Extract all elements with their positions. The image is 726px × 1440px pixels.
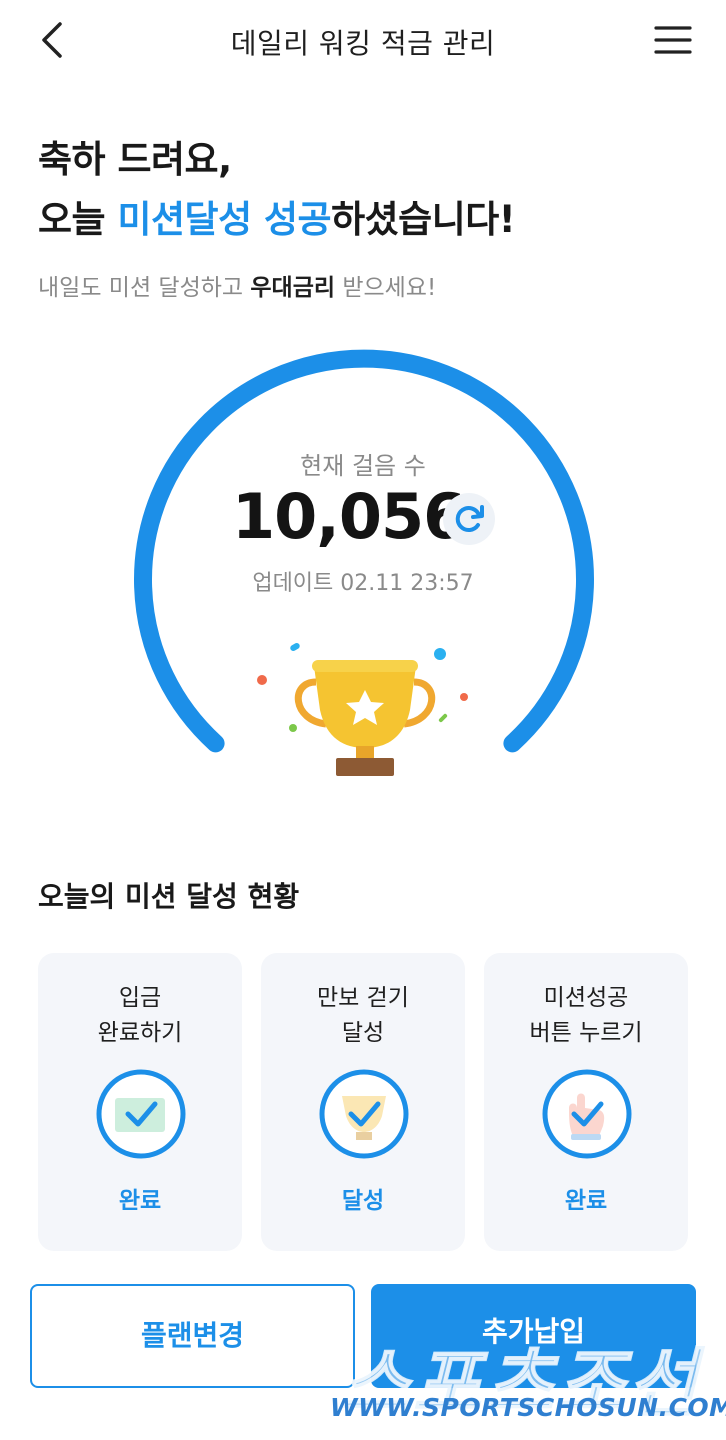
mission-section-title: 오늘의 미션 달성 현황 <box>38 880 300 913</box>
headline-line2: 오늘 미션달성 성공하셨습니다! <box>38 190 516 250</box>
congrats-headline: 축하 드려요, 오늘 미션달성 성공하셨습니다! <box>38 130 516 250</box>
mission-status: 완료 <box>564 1188 608 1214</box>
page-title: 데일리 워킹 적금 관리 <box>230 27 496 60</box>
mission-card-walk: 만보 걷기 달성 달성 <box>261 953 465 1251</box>
mission-card-title: 입금 완료하기 <box>38 981 242 1051</box>
hamburger-menu-icon <box>654 26 692 54</box>
trophy-icon <box>257 643 468 776</box>
step-count-value: 10,056 <box>232 480 466 553</box>
headline-subtext: 내일도 미션 달성하고 우대금리 받으세요! <box>38 268 436 302</box>
mission-card-button: 미션성공 버튼 누르기 완료 <box>484 953 688 1251</box>
subtext-prefix: 내일도 미션 달성하고 <box>38 275 251 301</box>
headline-line2-prefix: 오늘 <box>38 198 118 241</box>
mission-title-line1: 미션성공 <box>543 985 629 1011</box>
refresh-icon <box>455 505 484 533</box>
deposit-check-icon <box>96 1069 186 1159</box>
mission-title-line2: 달성 <box>341 1020 385 1046</box>
subtext-bold: 우대금리 <box>250 275 336 301</box>
trophy-check-icon <box>319 1069 409 1159</box>
mission-title-line2: 버튼 누르기 <box>529 1020 643 1046</box>
refresh-button[interactable] <box>443 493 495 545</box>
headline-accent: 미션달성 성공 <box>117 198 332 241</box>
plan-change-button[interactable]: 플랜변경 <box>30 1284 355 1388</box>
watermark-url: WWW.SPORTSCHOSUN.COM <box>330 1393 726 1422</box>
top-bar: 데일리 워킹 적금 관리 <box>0 0 726 84</box>
mission-card-title: 미션성공 버튼 누르기 <box>484 981 688 1051</box>
mission-status: 완료 <box>118 1188 162 1214</box>
headline-line1: 축하 드려요, <box>38 138 232 181</box>
subtext-suffix: 받으세요! <box>335 275 437 301</box>
mission-card-deposit: 입금 완료하기 완료 <box>38 953 242 1251</box>
step-count-label: 현재 걸음 수 <box>300 452 426 480</box>
mission-status: 달성 <box>341 1188 385 1214</box>
mission-card-title: 만보 걷기 달성 <box>261 981 465 1051</box>
mission-title-line1: 입금 <box>118 985 162 1011</box>
update-timestamp: 업데이트 02.11 23:57 <box>252 571 474 596</box>
mission-title-line1: 만보 걷기 <box>317 985 409 1011</box>
menu-button[interactable] <box>648 16 696 64</box>
hand-check-icon <box>542 1069 632 1159</box>
mission-title-line2: 완료하기 <box>97 1020 183 1046</box>
headline-line2-suffix: 하셨습니다! <box>331 198 516 241</box>
